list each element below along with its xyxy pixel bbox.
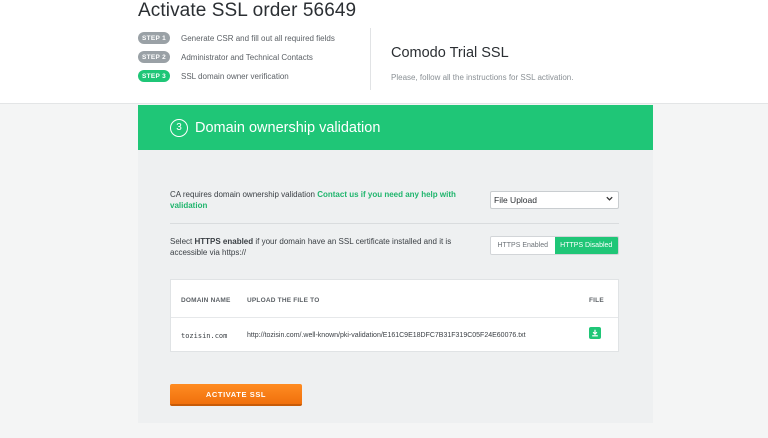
column-header-domain: DOMAIN NAME — [181, 297, 231, 304]
step-item-1: STEP 1 Generate CSR and fill out all req… — [138, 29, 335, 47]
https-description: Select HTTPS enabled if your domain have… — [170, 236, 470, 258]
https-disabled-option[interactable]: HTTPS Disabled — [554, 237, 618, 254]
validation-description: CA requires domain ownership validation … — [170, 189, 465, 211]
page-header: Activate SSL order 56649 STEP 1 Generate… — [0, 0, 768, 104]
download-file-button[interactable] — [589, 327, 601, 339]
validation-text: CA requires domain ownership validation — [170, 190, 318, 199]
step-label: Generate CSR and fill out all required f… — [181, 33, 335, 43]
https-enabled-option[interactable]: HTTPS Enabled — [491, 237, 555, 254]
https-text-bold: HTTPS enabled — [194, 237, 254, 246]
column-header-file: FILE — [589, 297, 604, 304]
table-header-rule — [171, 317, 618, 318]
validation-card: 3 Domain ownership validation CA require… — [138, 105, 653, 423]
step-label: Administrator and Technical Contacts — [181, 52, 313, 62]
domain-cell: tozisin.com — [181, 332, 228, 340]
activate-ssl-button[interactable]: ACTIVATE SSL — [170, 384, 302, 406]
header-divider — [370, 28, 371, 90]
chevron-down-icon — [605, 194, 614, 205]
download-icon — [592, 329, 598, 337]
step-number-badge: 3 — [170, 118, 188, 137]
step-badge: STEP 2 — [138, 51, 170, 63]
card-title: Domain ownership validation — [195, 119, 381, 136]
product-instructions: Please, follow all the instructions for … — [391, 73, 574, 82]
step-label: SSL domain owner verification — [181, 71, 289, 81]
https-toggle: HTTPS Enabled HTTPS Disabled — [490, 236, 619, 255]
card-header: 3 Domain ownership validation — [138, 105, 653, 150]
step-item-2: STEP 2 Administrator and Technical Conta… — [138, 48, 335, 66]
column-header-upload: UPLOAD THE FILE TO — [247, 297, 320, 304]
step-badge: STEP 1 — [138, 32, 170, 44]
section-divider — [170, 223, 619, 224]
validation-method-select[interactable]: File Upload — [490, 191, 619, 209]
product-name: Comodo Trial SSL — [391, 45, 509, 61]
step-item-3: STEP 3 SSL domain owner verification — [138, 67, 335, 85]
step-list: STEP 1 Generate CSR and fill out all req… — [138, 29, 335, 86]
validation-method-value: File Upload — [494, 195, 537, 205]
page-title: Activate SSL order 56649 — [138, 0, 357, 21]
step-badge-active: STEP 3 — [138, 70, 170, 82]
https-text-pre: Select — [170, 237, 195, 246]
upload-path-cell: http://tozisin.com/.well-known/pki-valid… — [247, 332, 526, 339]
file-upload-table: DOMAIN NAME UPLOAD THE FILE TO FILE tozi… — [170, 279, 619, 352]
